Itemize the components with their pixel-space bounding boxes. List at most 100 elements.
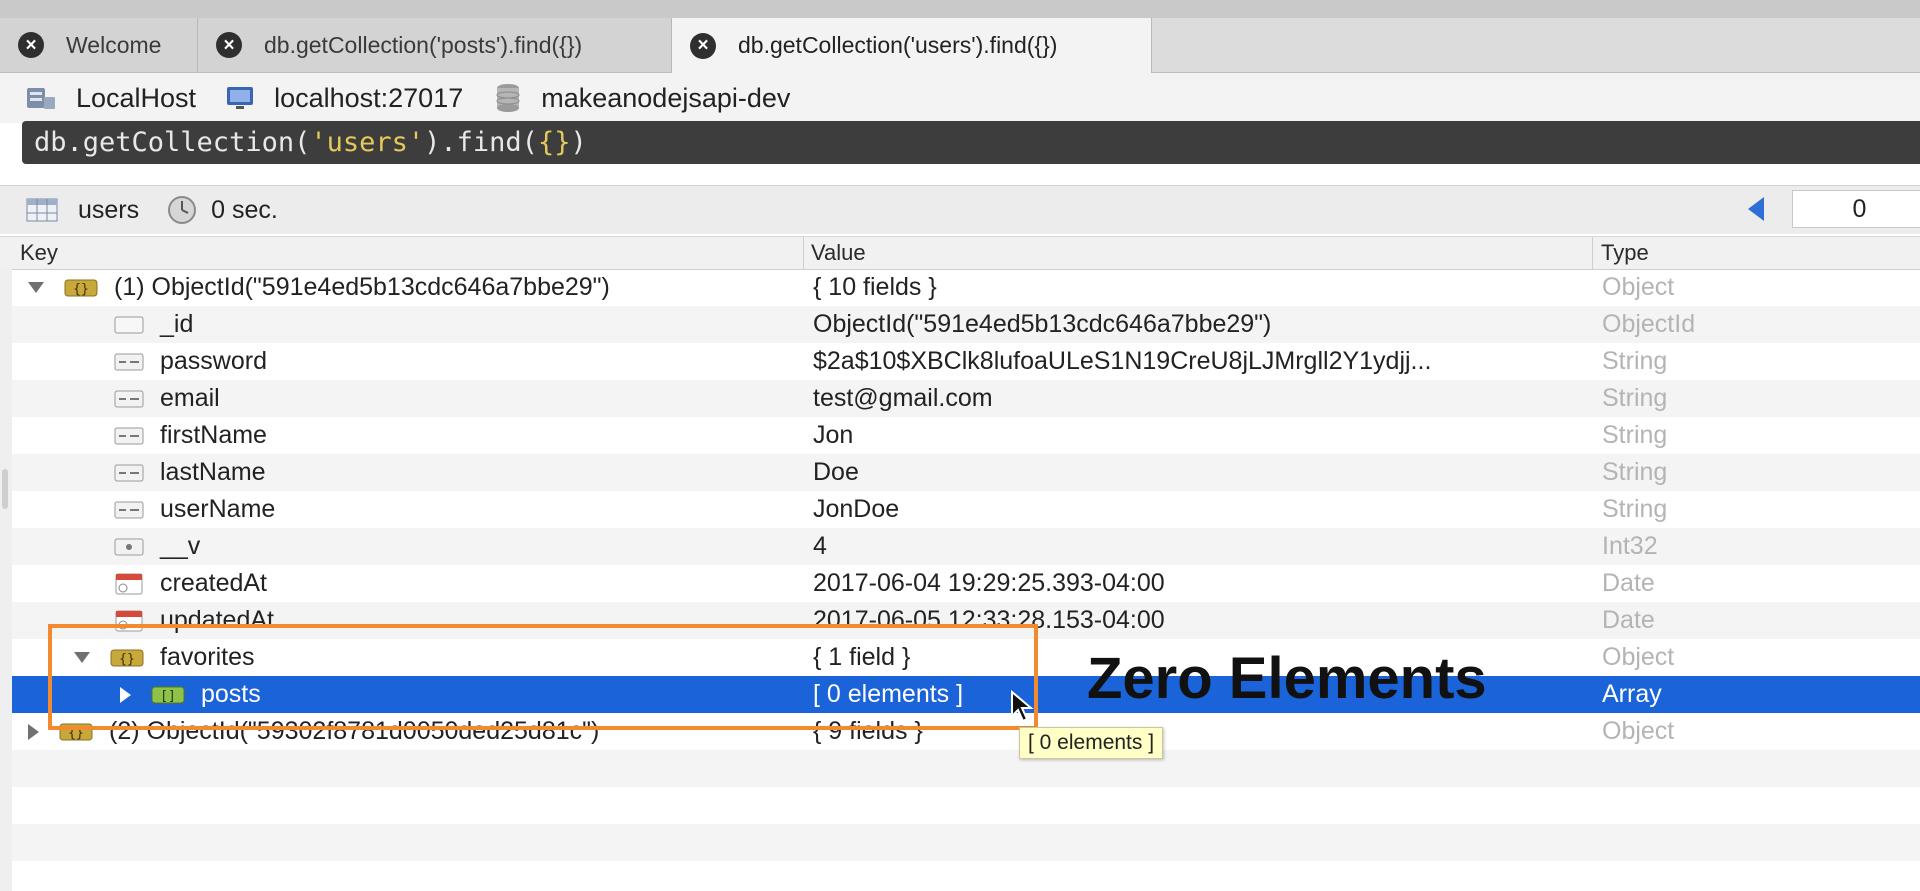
scrollbar-thumb[interactable] (2, 469, 8, 509)
row-value: 2017-06-04 19:29:25.393-04:00 (813, 569, 1165, 597)
row-type: ObjectId (1602, 310, 1696, 338)
tree-row-field[interactable]: createdAt 2017-06-04 19:29:25.393-04:00 … (12, 565, 1920, 602)
query-string: 'users' (310, 127, 425, 158)
connection-server[interactable]: LocalHost (26, 83, 196, 114)
table-icon (26, 198, 58, 222)
host-address: localhost:27017 (274, 82, 464, 113)
query-editor[interactable]: db.getCollection('users').find({}) (22, 121, 1920, 164)
objectid-icon (114, 315, 144, 335)
tab-users-query[interactable]: × db.getCollection('users').find({}) (672, 18, 1152, 73)
row-value: $2a$10$XBClk8lufoaULeS1N19CreU8jLJMrgll2… (813, 347, 1432, 375)
row-type: String (1602, 458, 1668, 486)
close-icon[interactable]: × (690, 32, 716, 59)
row-key: password (160, 347, 267, 375)
tab-label: db.getCollection('users').find({}) (738, 32, 1058, 58)
database-name: makeanodejsapi-dev (541, 82, 791, 113)
row-type: Object (1602, 643, 1675, 671)
window-top-strip (0, 0, 1920, 18)
empty-row (12, 824, 1920, 861)
row-key: userName (160, 495, 276, 523)
row-type: Date (1602, 606, 1655, 634)
column-divider[interactable] (803, 237, 804, 269)
string-icon (114, 463, 144, 483)
string-icon (114, 352, 144, 372)
row-type: String (1602, 495, 1668, 523)
server-icon (26, 85, 56, 111)
tree-row-field[interactable]: __v 4 Int32 (12, 528, 1920, 565)
tooltip: [ 0 elements ] (1019, 727, 1164, 759)
column-value[interactable]: Value (811, 240, 866, 266)
tab-welcome[interactable]: × Welcome (0, 18, 198, 72)
result-toolbar: users 0 sec. 0 (0, 185, 1920, 234)
query-time: 0 sec. (211, 195, 278, 224)
tab-bar: × Welcome × db.getCollection('posts').fi… (0, 18, 1920, 73)
tree-row-field[interactable]: email test@gmail.com String (12, 380, 1920, 417)
row-type: Array (1602, 680, 1662, 708)
tree-row-document-1[interactable]: {} (1) ObjectId("591e4ed5b13cdc646a7bbe2… (12, 269, 1920, 306)
row-type: String (1602, 384, 1668, 412)
row-value: JonDoe (813, 495, 900, 523)
string-icon (114, 500, 144, 520)
tree-row-field[interactable]: password $2a$10$XBClk8lufoaULeS1N19CreU8… (12, 343, 1920, 380)
collapse-arrow-icon[interactable] (28, 282, 44, 293)
svg-text:{}: {} (73, 282, 89, 297)
close-icon[interactable]: × (18, 32, 44, 58)
number-icon (114, 537, 144, 557)
tab-posts-query[interactable]: × db.getCollection('posts').find({}) (198, 18, 672, 72)
query-text: ).find( (424, 127, 538, 158)
connection-database[interactable]: makeanodejsapi-dev (495, 83, 790, 114)
annotation-text: Zero Elements (1087, 646, 1487, 711)
row-key: createdAt (160, 569, 268, 597)
row-type: String (1602, 421, 1668, 449)
column-type[interactable]: Type (1601, 240, 1649, 266)
row-value: { 10 fields } (813, 273, 937, 301)
row-value: Doe (813, 458, 859, 486)
connection-host[interactable]: localhost:27017 (226, 83, 463, 114)
query-text: ) (570, 127, 587, 158)
tree-row-field[interactable]: lastName Doe String (12, 454, 1920, 491)
tree-row-field[interactable]: firstName Jon String (12, 417, 1920, 454)
row-type: Object (1602, 717, 1675, 745)
highlight-box (48, 624, 1038, 730)
row-value: ObjectId("591e4ed5b13cdc646a7bbe29") (813, 310, 1272, 338)
clock-icon (167, 195, 197, 225)
mouse-cursor-icon (1010, 689, 1036, 729)
row-value: 4 (813, 532, 827, 560)
collection-name: users (78, 195, 140, 224)
tab-label: db.getCollection('posts').find({}) (264, 31, 583, 58)
string-icon (114, 389, 144, 409)
column-key[interactable]: Key (20, 240, 58, 266)
calendar-icon (114, 572, 144, 596)
close-icon[interactable]: × (216, 32, 242, 58)
row-type: Date (1602, 569, 1655, 597)
tree-row-field[interactable]: userName JonDoe String (12, 491, 1920, 528)
result-time: 0 sec. (167, 195, 278, 225)
row-type: Object (1602, 273, 1675, 301)
expand-arrow-icon[interactable] (28, 723, 39, 740)
grid-header: Key Value Type (0, 236, 1920, 270)
left-scrollbar[interactable] (0, 269, 12, 891)
row-type: Int32 (1602, 532, 1658, 560)
result-collection: users (26, 196, 139, 225)
previous-page-icon[interactable] (1748, 197, 1764, 221)
tab-label: Welcome (66, 31, 162, 58)
query-args: {} (537, 127, 571, 158)
server-name: LocalHost (76, 82, 197, 113)
row-key: firstName (160, 421, 267, 449)
row-value: test@gmail.com (813, 384, 993, 412)
column-divider[interactable] (1592, 237, 1593, 269)
page-skip-input[interactable]: 0 (1792, 190, 1920, 228)
row-key: lastName (160, 458, 266, 486)
row-key: _id (160, 310, 194, 338)
row-key: __v (160, 532, 201, 560)
row-type: String (1602, 347, 1668, 375)
result-tree: {} (1) ObjectId("591e4ed5b13cdc646a7bbe2… (12, 269, 1920, 861)
tree-row-field[interactable]: _id ObjectId("591e4ed5b13cdc646a7bbe29")… (12, 306, 1920, 343)
connection-bar: LocalHost localhost:27017 makeanodejsapi… (0, 73, 1920, 123)
database-icon (495, 83, 521, 113)
empty-row (12, 750, 1920, 787)
row-key: email (160, 384, 220, 412)
query-text: db.getCollection( (34, 127, 311, 158)
row-key: (1) ObjectId("591e4ed5b13cdc646a7bbe29") (114, 273, 610, 301)
empty-row (12, 787, 1920, 824)
